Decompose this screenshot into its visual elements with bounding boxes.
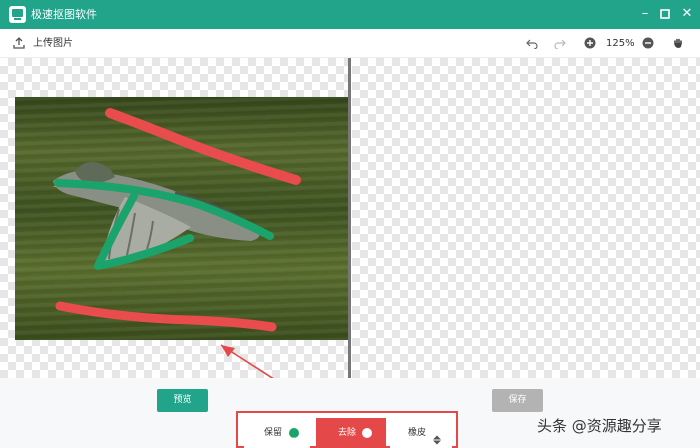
save-button[interactable]: 保存 [492,389,543,412]
hand-pan-icon[interactable] [672,37,684,49]
redo-icon[interactable] [554,37,566,49]
zoom-in-icon[interactable] [584,37,596,49]
app-logo-icon [9,6,26,23]
remove-mode-label: 去除 [338,428,357,438]
eraser-icon [432,428,442,445]
zoom-level: 125% [606,38,635,49]
toolbar: 上传图片 125% [0,29,700,58]
window-title: 极速抠图软件 [31,8,97,21]
watermark: 头条 @资源趣分享 [537,417,662,435]
minimize-icon[interactable]: – [636,5,654,23]
upload-icon[interactable] [13,37,25,49]
eraser-mode-label: 橡皮 [408,428,427,438]
close-icon[interactable]: ✕ [678,5,696,23]
eraser-mode-button[interactable]: 橡皮 [390,418,452,448]
keep-mode-label: 保留 [264,428,283,438]
plus-icon [289,428,299,443]
preview-button[interactable]: 预览 [157,389,208,412]
minus-icon [362,428,372,441]
source-photo[interactable] [15,97,348,340]
maximize-icon[interactable] [656,5,674,23]
duck-image [53,162,260,266]
upload-image-button[interactable]: 上传图片 [33,37,73,50]
split-divider[interactable] [348,58,351,378]
zoom-out-icon[interactable] [642,37,654,49]
result-canvas [352,58,700,378]
undo-icon[interactable] [526,37,538,49]
remove-mode-button[interactable]: 去除 [316,418,386,448]
title-bar: 极速抠图软件 – ✕ [0,0,700,29]
keep-mode-button[interactable]: 保留 [244,418,310,448]
